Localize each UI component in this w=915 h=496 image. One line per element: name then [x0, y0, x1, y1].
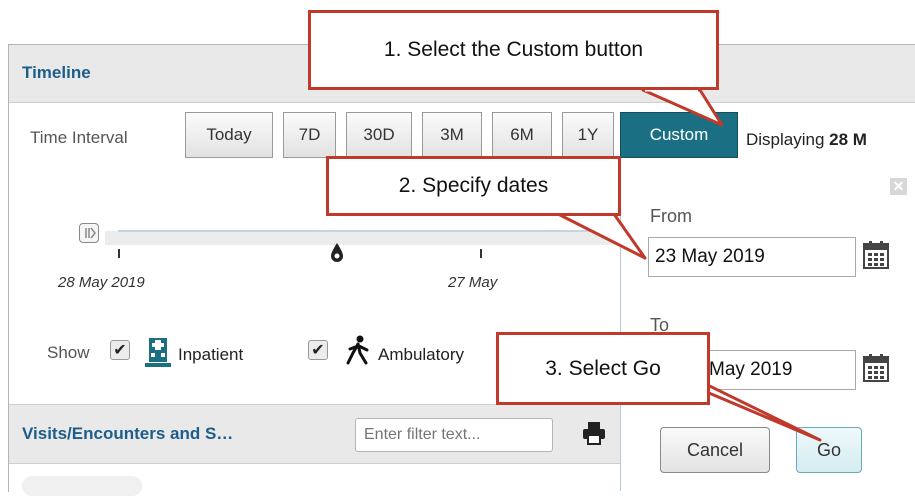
callout-specify-dates: 2. Specify dates: [326, 156, 621, 216]
callout-select-custom: 1. Select the Custom button: [308, 10, 719, 90]
callout-select-go: 3. Select Go: [496, 332, 710, 405]
callout-2-pointer: [556, 212, 647, 260]
callout-1-pointer: [641, 88, 724, 127]
